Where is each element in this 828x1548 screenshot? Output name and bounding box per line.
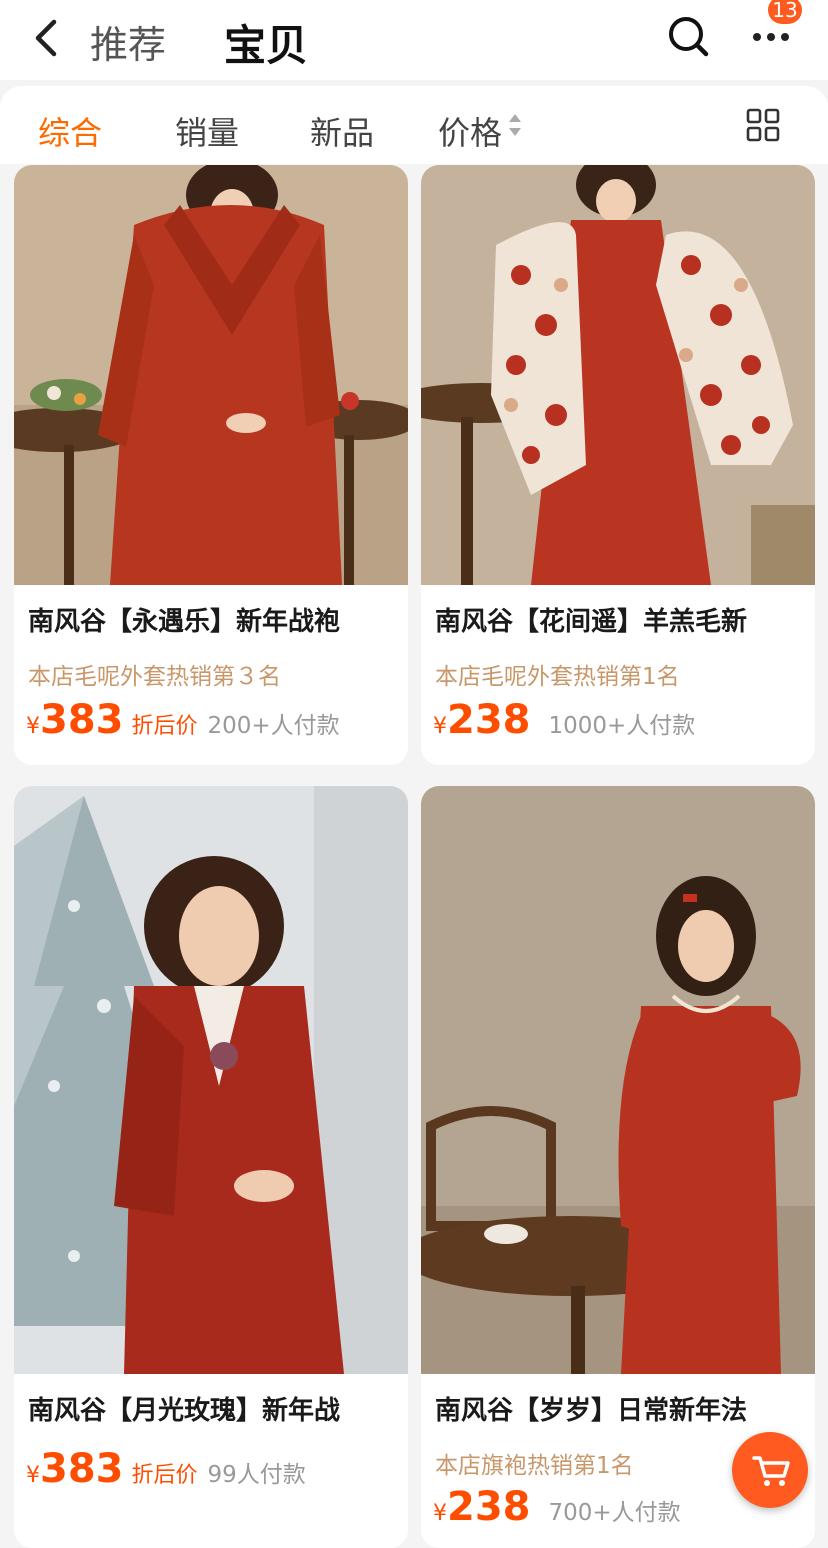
sold-count: 99人付款 xyxy=(207,1462,306,1488)
sold-count: 200+人付款 xyxy=(207,713,340,739)
price-row: ¥383 折后价 99人付款 xyxy=(26,1446,306,1492)
product-price: 383 xyxy=(40,1446,124,1492)
product-title: 南风谷【岁岁】日常新年法 xyxy=(435,1396,748,1426)
product-price: 238 xyxy=(447,697,531,743)
sort-sales[interactable]: 销量 xyxy=(175,108,239,154)
product-photo xyxy=(421,786,815,1374)
product-price: 383 xyxy=(40,697,124,743)
price-row: ¥383 折后价 200+人付款 xyxy=(26,697,340,743)
tab-recommend[interactable]: 推荐 xyxy=(90,14,166,69)
currency-symbol: ¥ xyxy=(26,1463,40,1488)
sort-comprehensive[interactable]: 综合 xyxy=(38,108,102,154)
top-nav-bar: 推荐 宝贝 13 xyxy=(0,0,828,80)
product-photo xyxy=(421,165,815,585)
more-icon[interactable] xyxy=(748,20,794,52)
product-title: 南风谷【永遇乐】新年战袍 xyxy=(28,607,341,637)
currency-symbol: ¥ xyxy=(26,714,40,739)
search-icon[interactable] xyxy=(666,14,710,58)
currency-symbol: ¥ xyxy=(433,1501,447,1526)
currency-symbol: ¥ xyxy=(433,714,447,739)
product-card[interactable]: 南风谷【月光玫瑰】新年战 ¥383 折后价 99人付款 xyxy=(14,786,408,1548)
sold-count: 700+人付款 xyxy=(548,1500,681,1526)
product-card[interactable]: 南风谷【永遇乐】新年战袍 本店毛呢外套热销第３名 ¥383 折后价 200+人付款 xyxy=(14,165,408,765)
discount-label: 折后价 xyxy=(131,1463,198,1488)
cart-icon xyxy=(752,1456,790,1486)
cart-button[interactable] xyxy=(732,1432,808,1508)
more-badge: 13 xyxy=(768,0,802,24)
product-photo xyxy=(14,165,408,585)
sort-new[interactable]: 新品 xyxy=(310,108,374,154)
sort-price[interactable]: 价格 xyxy=(438,108,502,154)
product-card[interactable]: 南风谷【花间遥】羊羔毛新 本店毛呢外套热销第1名 ¥238 1000+人付款 xyxy=(421,165,815,765)
product-price: 238 xyxy=(447,1484,531,1530)
sort-bar: 综合 销量 新品 价格 xyxy=(0,86,828,164)
grid-view-icon[interactable] xyxy=(746,108,780,142)
tab-items[interactable]: 宝贝 xyxy=(224,12,308,73)
sold-count: 1000+人付款 xyxy=(548,713,696,739)
product-rank: 本店毛呢外套热销第３名 xyxy=(28,664,281,690)
discount-label: 折后价 xyxy=(131,714,198,739)
price-row: ¥238 700+人付款 xyxy=(433,1484,681,1530)
product-rank: 本店旗袍热销第1名 xyxy=(435,1453,634,1479)
product-photo xyxy=(14,786,408,1374)
product-rank: 本店毛呢外套热销第1名 xyxy=(435,664,680,690)
sort-arrows-icon xyxy=(509,114,521,136)
product-title: 南风谷【花间遥】羊羔毛新 xyxy=(435,607,748,637)
chevron-left-icon[interactable] xyxy=(28,16,64,60)
product-title: 南风谷【月光玫瑰】新年战 xyxy=(28,1396,341,1426)
price-row: ¥238 1000+人付款 xyxy=(433,697,695,743)
